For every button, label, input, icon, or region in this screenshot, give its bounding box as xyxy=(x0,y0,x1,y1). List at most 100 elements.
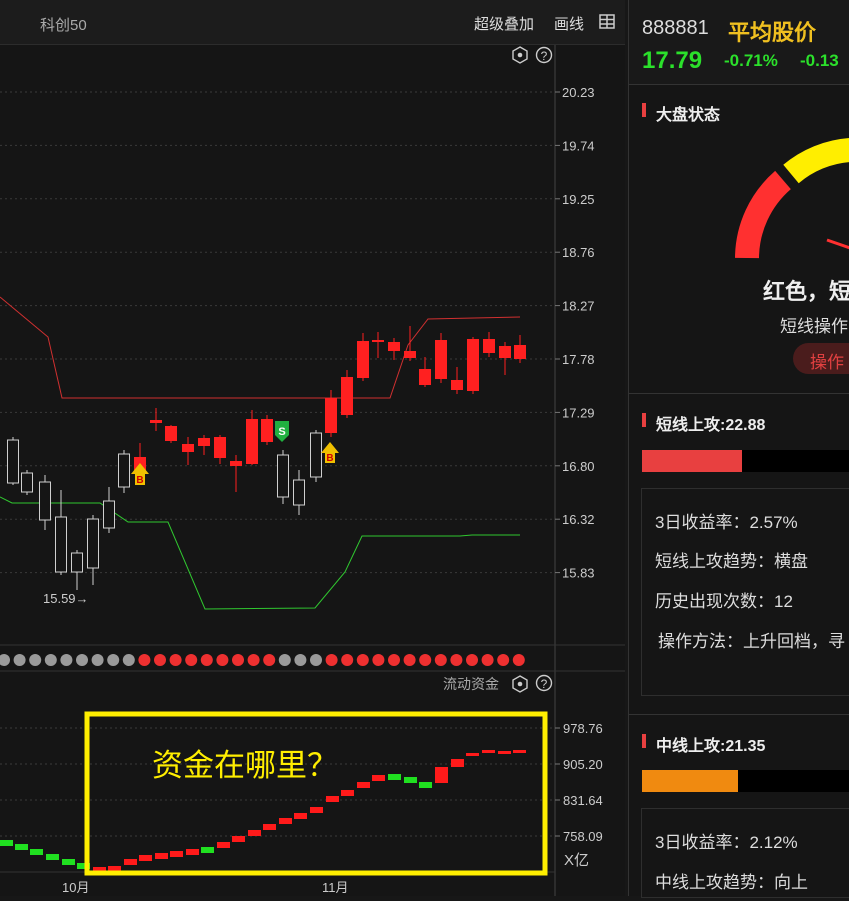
signal-dot xyxy=(185,654,198,666)
date-label-oct: 10月 xyxy=(62,880,89,895)
fund-bar xyxy=(357,782,370,788)
fund-bar xyxy=(498,751,511,754)
candlestick xyxy=(165,425,177,443)
operate-button[interactable]: 操作 xyxy=(793,343,849,374)
price-axis-label: 16.32 xyxy=(562,512,595,527)
price-axis-label: 15.83 xyxy=(562,566,595,581)
signal-dot xyxy=(450,654,463,666)
fund-panel-title: 流动资金 xyxy=(443,676,499,692)
short-attack-line: 3日收益率：2.57% xyxy=(655,513,798,532)
price-axis-label: 18.76 xyxy=(562,245,595,260)
candlestick xyxy=(261,415,273,445)
fund-bar xyxy=(139,855,152,861)
grid-icon[interactable] xyxy=(599,14,615,30)
quote-header: 888881 平均股价 17.79 -0.71% -0.13 xyxy=(629,0,849,85)
candle-body xyxy=(214,437,226,458)
signal-dot xyxy=(29,654,42,666)
settings-hex-icon[interactable] xyxy=(512,46,528,64)
market-gauge xyxy=(735,138,849,259)
fund-bar xyxy=(294,813,307,819)
signal-dot xyxy=(200,654,213,666)
fund-bar xyxy=(46,854,59,860)
fund-bar xyxy=(263,824,276,830)
section-marker xyxy=(642,103,646,117)
candlestick xyxy=(372,332,384,358)
signal-dot xyxy=(388,654,400,666)
candle-body xyxy=(467,339,479,391)
price-axis-label: 17.29 xyxy=(562,405,595,420)
candlestick xyxy=(325,390,337,437)
mid-attack-title: 中线上攻:21.35 xyxy=(656,738,766,755)
candle-body xyxy=(55,516,67,573)
signal-dot xyxy=(419,654,432,666)
candlestick xyxy=(435,333,447,383)
low-price-marker: 15.59→ xyxy=(43,591,89,606)
buy-signal-label: B xyxy=(136,475,143,486)
price-axis-label: 18.27 xyxy=(562,299,595,314)
fund-bar xyxy=(482,750,495,753)
highlight-box xyxy=(84,711,548,876)
candle-body xyxy=(404,351,416,358)
signal-dot xyxy=(0,654,10,666)
signal-dot xyxy=(403,654,416,666)
section-marker xyxy=(642,413,646,427)
signal-dot xyxy=(107,654,120,666)
fund-bar xyxy=(248,830,261,836)
fund-bar xyxy=(466,753,479,756)
date-label-nov: 11月 xyxy=(322,880,349,895)
price-axis-label: 19.25 xyxy=(562,192,595,207)
price-axis-label: 17.78 xyxy=(562,352,595,367)
candlestick xyxy=(246,410,258,465)
candlestick xyxy=(87,515,99,585)
mid-attack-line: 中线上攻趋势：向上 xyxy=(655,873,808,892)
short-attack-meter xyxy=(642,450,849,472)
candle-body xyxy=(325,398,337,433)
candle-body xyxy=(103,500,115,529)
fund-bar xyxy=(170,851,183,857)
candlestick xyxy=(39,475,51,530)
signal-dot xyxy=(512,654,525,666)
signal-dot xyxy=(481,654,494,666)
kline-chart-area[interactable]: 20.23 19.74 19.25 18.76 18.27 17.78 17.29 16.80… xyxy=(0,45,625,896)
draw-line-button[interactable]: 画线 xyxy=(554,13,584,34)
fund-bar xyxy=(341,790,354,796)
signal-dot xyxy=(232,654,244,666)
price-axis-label: 19.74 xyxy=(562,138,595,153)
divider xyxy=(629,393,849,394)
index-tab[interactable]: 科创50 xyxy=(40,14,87,35)
signal-dot xyxy=(44,654,57,666)
candlestick xyxy=(483,332,495,357)
signal-dot xyxy=(247,654,260,666)
candlestick xyxy=(7,437,19,485)
kline-chart-svg[interactable]: 20.23 19.74 19.25 18.76 18.27 17.78 17.29 16.80… xyxy=(0,45,625,896)
fund-bar xyxy=(124,859,137,865)
fund-annotation: 资金在哪里？ xyxy=(152,748,338,783)
fund-bar xyxy=(279,818,292,824)
signal-dot xyxy=(497,654,510,666)
fund-axis-label: 831.64 xyxy=(563,793,603,808)
candle-body xyxy=(150,420,162,423)
candlestick xyxy=(182,437,194,465)
fund-bar xyxy=(232,836,245,842)
mid-attack-line: 3日收益率：2.12% xyxy=(655,833,798,852)
fund-bar xyxy=(419,782,432,788)
fund-bar xyxy=(326,796,339,802)
buy-signal-icon[interactable]: B xyxy=(131,463,149,486)
candle-body xyxy=(87,518,99,569)
candlestick xyxy=(198,435,210,455)
overlay-button[interactable]: 超级叠加 xyxy=(474,13,534,34)
buy-signal-label: B xyxy=(326,453,333,464)
candle-body xyxy=(277,454,289,498)
candle-body xyxy=(21,472,33,493)
help-icon[interactable]: ? xyxy=(535,674,553,692)
chart-toolbar: 科创50 超级叠加 画线 xyxy=(0,0,625,45)
fund-bar xyxy=(30,849,43,855)
settings-hex-icon[interactable] xyxy=(512,675,528,693)
signal-dot xyxy=(372,654,385,666)
help-icon[interactable]: ? xyxy=(535,46,553,64)
sell-signal-icon[interactable]: S xyxy=(275,421,289,442)
candlestick xyxy=(21,470,33,495)
buy-signal-icon[interactable]: B xyxy=(321,442,339,464)
candle-body xyxy=(514,345,526,359)
stock-change: -0.13 xyxy=(800,51,839,70)
